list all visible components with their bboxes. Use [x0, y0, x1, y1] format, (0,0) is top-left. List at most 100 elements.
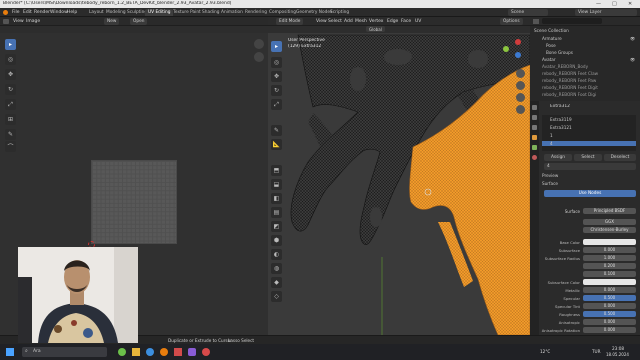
vp-inset-tool-icon[interactable]: ⬓	[271, 179, 282, 190]
file-explorer-icon[interactable]	[132, 348, 140, 356]
outliner-item[interactable]: rebody_REBORN Feet Claw	[542, 71, 598, 76]
vp-menu-edge[interactable]: Edge	[387, 19, 398, 24]
outliner-item[interactable]: rebody_REBORN Foot Digi	[542, 92, 596, 97]
windows-start-icon[interactable]	[6, 348, 14, 356]
clock-time[interactable]: 23:08	[612, 346, 624, 351]
blender-taskbar-icon[interactable]	[160, 348, 168, 356]
3d-viewport[interactable]: Edit Mode View Select Add Mesh Vertex Ed…	[268, 17, 530, 335]
tab-scripting[interactable]: Scripting	[327, 9, 352, 16]
subsurface-method-field[interactable]: Christensen-Burley	[583, 227, 636, 233]
cursor-tool-icon[interactable]: ◎	[5, 54, 16, 65]
shader-field-value[interactable]	[583, 279, 636, 285]
menu-window[interactable]: Window	[50, 10, 68, 15]
outliner-panel[interactable]: Scene Collection Armature Pose Bone Grou…	[530, 17, 640, 101]
input-language[interactable]: TUR	[592, 349, 601, 354]
surface-shader-field[interactable]: Principled BSDF	[583, 208, 636, 214]
outliner-item[interactable]: Armature	[542, 36, 562, 41]
vp-rip-tool-icon[interactable]: ◇	[271, 291, 282, 302]
vp-menu-add[interactable]: Add	[344, 19, 353, 24]
x-axis-icon[interactable]	[515, 39, 521, 45]
select-button[interactable]: Select	[574, 154, 602, 161]
taskbar-search[interactable]: ⌕ Ara	[22, 347, 107, 357]
surface-panel[interactable]: Surface	[542, 181, 558, 186]
mesh-tab-icon[interactable]	[532, 145, 537, 150]
visibility-eye-icon[interactable]: 👁	[630, 57, 635, 62]
vp-smooth-tool-icon[interactable]: ◍	[271, 263, 282, 274]
vp-measure-tool-icon[interactable]: 📐	[271, 139, 282, 150]
material-slot[interactable]: 4	[542, 141, 636, 146]
minimize-button[interactable]: —	[596, 1, 601, 7]
outliner-item[interactable]: rebody_REBORN Feet Digit	[542, 85, 598, 90]
preview-panel[interactable]: Preview	[542, 173, 558, 178]
outliner-item[interactable]: Pose	[546, 43, 556, 48]
shader-field-value[interactable]: 0.000	[583, 303, 636, 309]
outliner-type-icon[interactable]	[533, 19, 539, 24]
scale-tool-icon[interactable]: ⤢	[5, 99, 16, 110]
y-axis-icon[interactable]	[503, 46, 509, 52]
hand-icon[interactable]	[516, 81, 525, 90]
material-slot[interactable]: 1	[550, 133, 553, 138]
transform-orientation[interactable]: Global	[366, 26, 385, 32]
vp-extrude-tool-icon[interactable]: ⬒	[271, 165, 282, 176]
vp-shear-tool-icon[interactable]: ◆	[271, 277, 282, 288]
menu-render[interactable]: Render	[34, 10, 50, 15]
zoom-icon[interactable]	[516, 69, 525, 78]
vp-scale-tool-icon[interactable]: ⤢	[271, 99, 282, 110]
new-image-button[interactable]: New	[104, 18, 120, 25]
outliner-item[interactable]: Avatar_REBORN_Body	[542, 64, 588, 69]
rotate-tool-icon[interactable]: ↻	[5, 84, 16, 95]
object-tab-icon[interactable]	[532, 135, 537, 140]
uv-menu-image[interactable]: Image	[26, 19, 40, 24]
outliner-item[interactable]: Bone Groups	[546, 50, 573, 55]
editor-type-icon[interactable]	[3, 19, 9, 24]
visibility-eye-icon[interactable]: 👁	[630, 36, 635, 41]
uv-menu-view[interactable]: View	[13, 19, 24, 24]
taskbar-app-icon[interactable]	[174, 348, 182, 356]
blender-logo-icon[interactable]	[3, 10, 8, 15]
material-tab-icon[interactable]	[532, 155, 537, 160]
vp-rotate-tool-icon[interactable]: ↻	[271, 85, 282, 96]
menu-help[interactable]: Help	[67, 10, 77, 15]
options-button[interactable]: Options	[500, 18, 523, 25]
vp-menu-view[interactable]: View	[316, 19, 327, 24]
annotate-tool-icon[interactable]: ✎	[5, 129, 16, 140]
outliner-item[interactable]: Avatar	[542, 57, 556, 62]
zoom-gizmo-icon[interactable]	[254, 39, 264, 49]
output-tab-icon[interactable]	[532, 125, 537, 130]
shader-field-value[interactable]: 0.000	[583, 287, 636, 293]
material-slot[interactable]: Extra3119	[550, 117, 572, 122]
mode-selector[interactable]: Edit Mode	[276, 18, 304, 25]
vp-spin-tool-icon[interactable]: ◐	[271, 249, 282, 260]
shader-field-value[interactable]: 1.000	[583, 255, 636, 261]
edge-icon[interactable]	[146, 348, 154, 356]
weather[interactable]: 12°C	[540, 349, 550, 354]
select-box-tool-icon[interactable]: ▸	[5, 39, 16, 50]
open-image-button[interactable]: Open	[130, 18, 148, 25]
camera-icon[interactable]	[516, 93, 525, 102]
vp-polybuild-tool-icon[interactable]: ⬢	[271, 235, 282, 246]
vp-select-tool-icon[interactable]: ▸	[271, 41, 282, 52]
grid-icon[interactable]	[516, 105, 525, 114]
shader-field-value[interactable]: 0.500	[583, 295, 636, 301]
assign-button[interactable]: Assign	[544, 154, 572, 161]
vp-menu-uv[interactable]: UV	[415, 19, 421, 24]
render-tab-icon[interactable]	[532, 115, 537, 120]
shader-field-value[interactable]: 0.200	[583, 263, 636, 269]
grab-tool-icon[interactable]: ⌒	[5, 141, 16, 152]
vp-menu-vertex[interactable]: Vertex	[369, 19, 383, 24]
material-slot[interactable]: Extra3121	[550, 125, 572, 130]
taskbar-app-icon[interactable]	[118, 348, 126, 356]
shader-field-value[interactable]: 0.500	[583, 311, 636, 317]
shader-field-value[interactable]: 0.000	[583, 319, 636, 325]
taskbar-app-icon[interactable]	[188, 348, 196, 356]
distribution-field[interactable]: GGX	[583, 219, 636, 225]
maximize-button[interactable]: □	[612, 1, 617, 7]
vp-bevel-tool-icon[interactable]: ◧	[271, 193, 282, 204]
shader-field-value[interactable]	[583, 239, 636, 245]
vp-cursor-tool-icon[interactable]: ◎	[271, 57, 282, 68]
use-nodes-button[interactable]: Use Nodes	[544, 190, 636, 197]
shader-field-value[interactable]: 0.000	[583, 247, 636, 253]
outliner-item[interactable]: rebody_REBORN Feet Paw	[542, 78, 596, 83]
scene-selector[interactable]: Scene	[508, 9, 548, 16]
transform-tool-icon[interactable]: ⊞	[5, 114, 16, 125]
